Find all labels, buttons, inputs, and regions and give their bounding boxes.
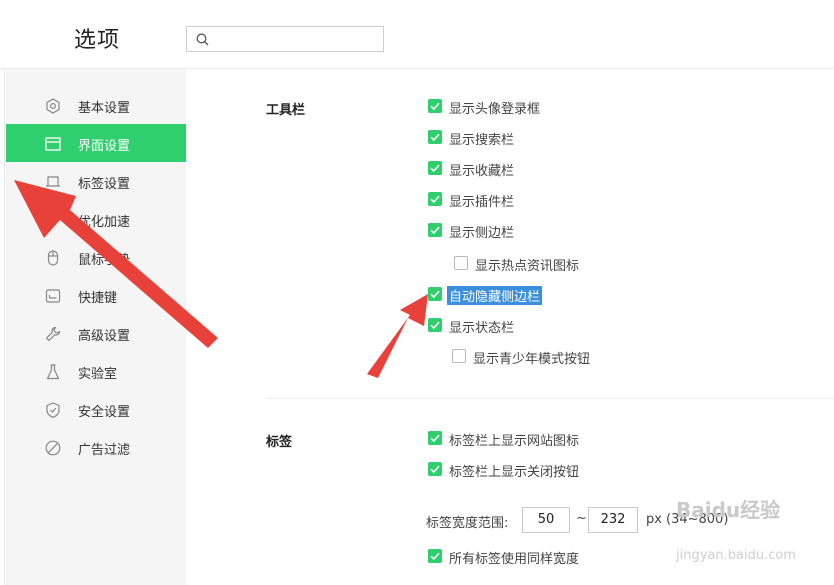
option-label: 显示青少年模式按钮 xyxy=(473,352,591,367)
search-input[interactable] xyxy=(215,29,379,51)
checkbox[interactable] xyxy=(428,161,442,175)
option-label: 显示插件栏 xyxy=(449,195,515,210)
check-icon xyxy=(430,133,440,142)
check-icon xyxy=(430,434,440,443)
sidebar-item-label: 高级设置 xyxy=(78,329,131,344)
sidebar-item-security[interactable]: 安全设置 xyxy=(6,390,186,428)
gear-icon xyxy=(46,98,60,114)
option-label: 显示收藏栏 xyxy=(449,164,515,179)
checkbox[interactable] xyxy=(428,318,442,332)
options-header: 选项 xyxy=(0,0,834,69)
window-icon xyxy=(45,137,61,151)
checkbox[interactable] xyxy=(428,462,442,476)
check-icon xyxy=(430,226,440,235)
sidebar-item-advanced[interactable]: 高级设置 xyxy=(6,314,186,352)
option-label: 显示侧边栏 xyxy=(449,226,515,241)
tab-width-max-input[interactable]: 232 xyxy=(588,507,638,533)
checkbox[interactable] xyxy=(428,223,442,237)
check-icon xyxy=(430,321,440,330)
option-label: 标签栏上显示关闭按钮 xyxy=(449,465,580,480)
checkbox[interactable] xyxy=(428,287,442,301)
checkbox[interactable] xyxy=(428,192,442,206)
checkbox[interactable] xyxy=(428,549,442,563)
sidebar-item-label: 鼠标手势 xyxy=(78,253,131,268)
sidebar-item-label: 优化加速 xyxy=(78,215,131,230)
sidebar-item-label: 标签设置 xyxy=(78,177,131,192)
check-icon xyxy=(430,195,440,204)
keyboard-icon xyxy=(45,289,61,303)
sidebar-item-label: 广告过滤 xyxy=(78,443,131,458)
range-unit: px xyxy=(646,512,662,527)
page-title: 选项 xyxy=(74,28,121,53)
check-icon xyxy=(430,164,440,173)
check-icon xyxy=(430,465,440,474)
checkbox[interactable] xyxy=(428,99,442,113)
check-icon xyxy=(430,552,440,561)
window-left-edge xyxy=(4,0,5,585)
section-title-tabs: 标签 xyxy=(266,435,293,450)
arrow-to-auto-hide-sidebar xyxy=(367,294,428,378)
checkbox[interactable] xyxy=(428,431,442,445)
sidebar-item-adblock[interactable]: 广告过滤 xyxy=(6,428,186,466)
checkbox[interactable] xyxy=(452,349,466,363)
sidebar-item-label: 安全设置 xyxy=(78,405,131,420)
watermark-logo: Baidu经验 xyxy=(676,498,781,522)
sidebar-item-gesture[interactable]: 鼠标手势 xyxy=(6,238,186,276)
tab-width-min-input[interactable]: 50 xyxy=(522,507,570,533)
option-label: 显示热点资讯图标 xyxy=(475,259,580,274)
sidebar-item-speed[interactable]: 优化加速 xyxy=(6,200,186,238)
sidebar-item-interface[interactable]: 界面设置 xyxy=(6,124,186,162)
sidebar-item-basic[interactable]: 基本设置 xyxy=(6,86,186,124)
sidebar-item-lab[interactable]: 实验室 xyxy=(6,352,186,390)
flask-icon xyxy=(46,364,60,380)
checkbox[interactable] xyxy=(454,256,468,270)
search-icon xyxy=(196,33,209,46)
sidebar-item-label: 快捷键 xyxy=(78,291,118,306)
option-label: 显示状态栏 xyxy=(449,321,515,336)
option-label: 标签栏上显示网站图标 xyxy=(449,434,580,449)
section-divider xyxy=(266,398,834,399)
search-box[interactable] xyxy=(186,26,384,52)
option-label: 所有标签使用同样宽度 xyxy=(449,552,580,567)
option-label: 自动隐藏侧边栏 xyxy=(447,286,543,305)
sidebar-item-tabs[interactable]: 标签设置 xyxy=(6,162,186,200)
sidebar-item-shortcut[interactable]: 快捷键 xyxy=(6,276,186,314)
section-title-toolbar: 工具栏 xyxy=(266,103,306,118)
sidebar-item-label: 界面设置 xyxy=(78,139,131,154)
block-icon xyxy=(45,440,61,456)
range-separator: ~ xyxy=(576,511,587,526)
sidebar-item-label: 实验室 xyxy=(78,367,118,382)
mouse-icon xyxy=(47,250,59,266)
sidebar: 基本设置 界面设置 标签设置 优化加速 鼠标手势 快捷键 高级设置 实验室 安全… xyxy=(6,69,186,585)
tab-icon xyxy=(46,176,60,187)
lightning-icon xyxy=(47,212,59,228)
tab-width-range-label: 标签宽度范围: xyxy=(426,516,509,531)
check-icon xyxy=(430,290,440,299)
watermark-url: jingyan.baidu.com xyxy=(676,548,796,563)
wrench-icon xyxy=(45,326,61,342)
check-icon xyxy=(430,102,440,111)
sidebar-item-label: 基本设置 xyxy=(78,101,131,116)
option-label: 显示搜索栏 xyxy=(449,133,515,148)
option-label: 显示头像登录框 xyxy=(449,102,541,117)
checkbox[interactable] xyxy=(428,130,442,144)
shield-icon xyxy=(46,402,60,418)
